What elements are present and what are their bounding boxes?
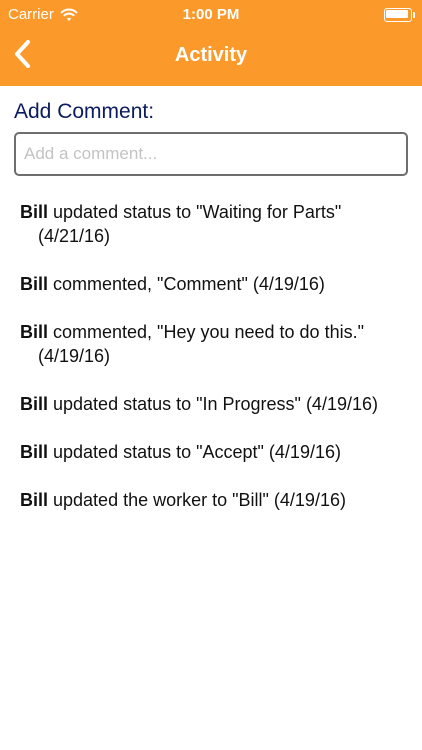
activity-text: updated status to "Accept" (4/19/16): [48, 442, 341, 462]
activity-text: updated status to "Waiting for Parts" (4…: [38, 202, 342, 246]
activity-user: Bill: [20, 202, 49, 222]
activity-text: commented, "Comment" (4/19/16): [48, 274, 325, 294]
activity-list: Bill updated status to "Waiting for Part…: [14, 200, 394, 512]
activity-item: Bill updated status to "In Progress" (4/…: [14, 392, 394, 416]
activity-item: Bill updated the worker to "Bill" (4/19/…: [14, 488, 394, 512]
activity-user: Bill: [20, 274, 49, 294]
activity-text: updated status to "In Progress" (4/19/16…: [48, 394, 378, 414]
activity-user: Bill: [20, 490, 49, 510]
page-title: Activity: [174, 44, 248, 66]
status-bar: Carrier 1:00 PM: [0, 0, 422, 32]
activity-item: Bill updated status to "Waiting for Part…: [14, 200, 394, 248]
activity-item: Bill updated status to "Accept" (4/19/16…: [14, 440, 394, 464]
activity-user: Bill: [20, 322, 49, 342]
activity-user: Bill: [20, 442, 49, 462]
activity-content: Add Comment: Bill updated status to "Wai…: [14, 100, 408, 512]
clock: 1:00 PM: [182, 6, 240, 23]
activity-user: Bill: [20, 394, 49, 414]
comment-input[interactable]: [14, 132, 408, 176]
add-comment-label: Add Comment:: [14, 100, 155, 123]
activity-text: commented, "Hey you need to do this." (4…: [38, 322, 364, 366]
activity-text: updated the worker to "Bill" (4/19/16): [48, 490, 346, 510]
navigation-header: Carrier 1:00 PM Activity: [0, 0, 422, 86]
activity-item: Bill commented, "Hey you need to do this…: [14, 320, 394, 368]
activity-item: Bill commented, "Comment" (4/19/16): [14, 272, 394, 296]
battery-icon: [384, 8, 415, 22]
